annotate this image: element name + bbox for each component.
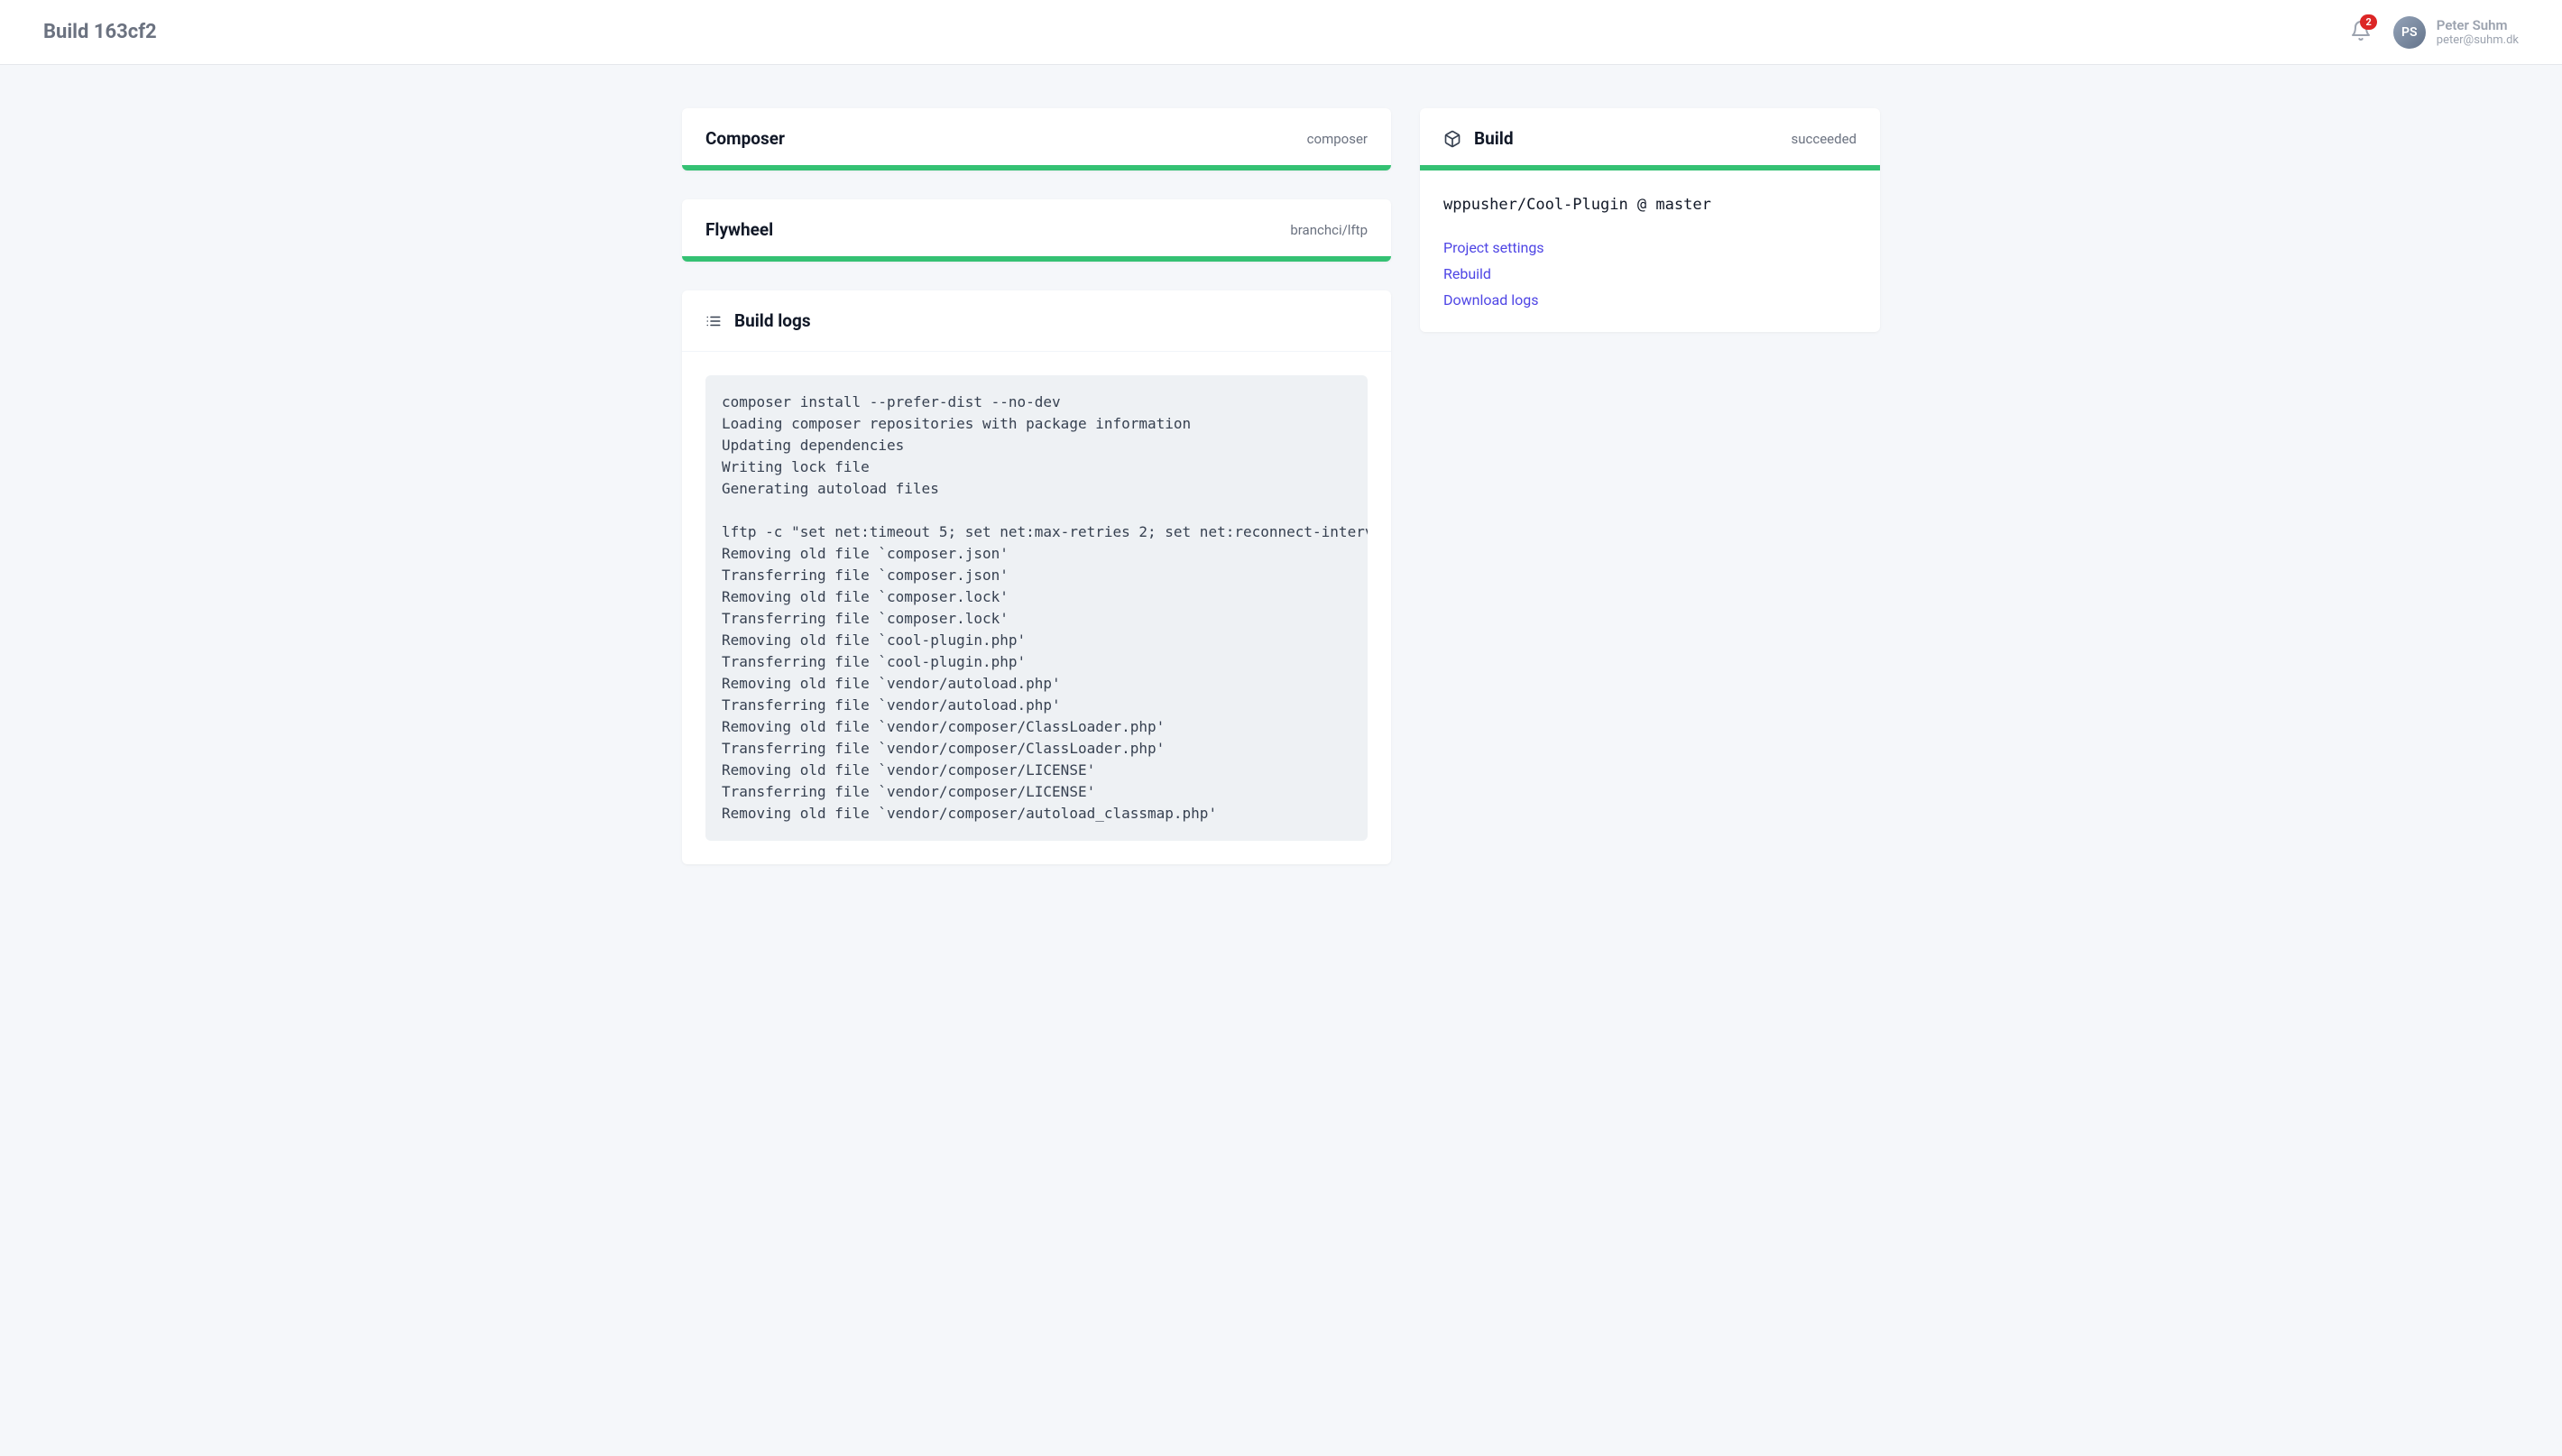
build-header-left: Build [1443,128,1514,149]
build-summary-card: Build succeeded wppusher/Cool-Plugin @ m… [1420,108,1880,332]
status-bar-success [682,165,1391,170]
status-bar-success [682,256,1391,262]
build-logs-card: Build logs composer install --prefer-dis… [682,290,1391,864]
notification-badge: 2 [2360,14,2376,30]
content: Composer composer Flywheel branchci/lftp [639,65,1923,864]
rebuild-link[interactable]: Rebuild [1443,265,1857,282]
action-links: Project settings Rebuild Download logs [1443,239,1857,309]
user-email: peter@suhm.dk [2437,33,2519,47]
logs-output[interactable]: composer install --prefer-dist --no-dev … [705,375,1368,841]
build-body: wppusher/Cool-Plugin @ master Project se… [1420,170,1880,332]
download-logs-link[interactable]: Download logs [1443,291,1857,309]
topbar-right: 2 PS Peter Suhm peter@suhm.dk [2350,16,2519,49]
list-icon [705,313,722,329]
step-card-composer[interactable]: Composer composer [682,108,1391,170]
user-text: Peter Suhm peter@suhm.dk [2437,17,2519,47]
main-column: Composer composer Flywheel branchci/lftp [682,108,1391,864]
project-settings-link[interactable]: Project settings [1443,239,1857,256]
step-card-flywheel[interactable]: Flywheel branchci/lftp [682,199,1391,262]
logs-title: Build logs [734,310,811,331]
build-card-header: Build succeeded [1420,108,1880,165]
avatar: PS [2393,16,2426,49]
step-header: Flywheel branchci/lftp [682,199,1391,256]
step-meta: composer [1307,131,1368,147]
topbar: Build 163cf2 2 PS Peter Suhm peter@suhm.… [0,0,2562,65]
logs-header: Build logs [682,290,1391,352]
repo-line: wppusher/Cool-Plugin @ master [1443,196,1857,214]
user-name: Peter Suhm [2437,17,2519,33]
logs-body: composer install --prefer-dist --no-dev … [682,352,1391,864]
build-title: Build [1474,128,1514,149]
user-menu[interactable]: PS Peter Suhm peter@suhm.dk [2393,16,2519,49]
step-header: Composer composer [682,108,1391,165]
notifications-button[interactable]: 2 [2350,20,2372,45]
step-title: Flywheel [705,219,773,240]
side-column: Build succeeded wppusher/Cool-Plugin @ m… [1420,108,1880,332]
box-icon [1443,130,1461,148]
step-title: Composer [705,128,785,149]
build-status: succeeded [1792,131,1857,147]
page-title: Build 163cf2 [43,21,157,43]
step-meta: branchci/lftp [1290,222,1368,238]
